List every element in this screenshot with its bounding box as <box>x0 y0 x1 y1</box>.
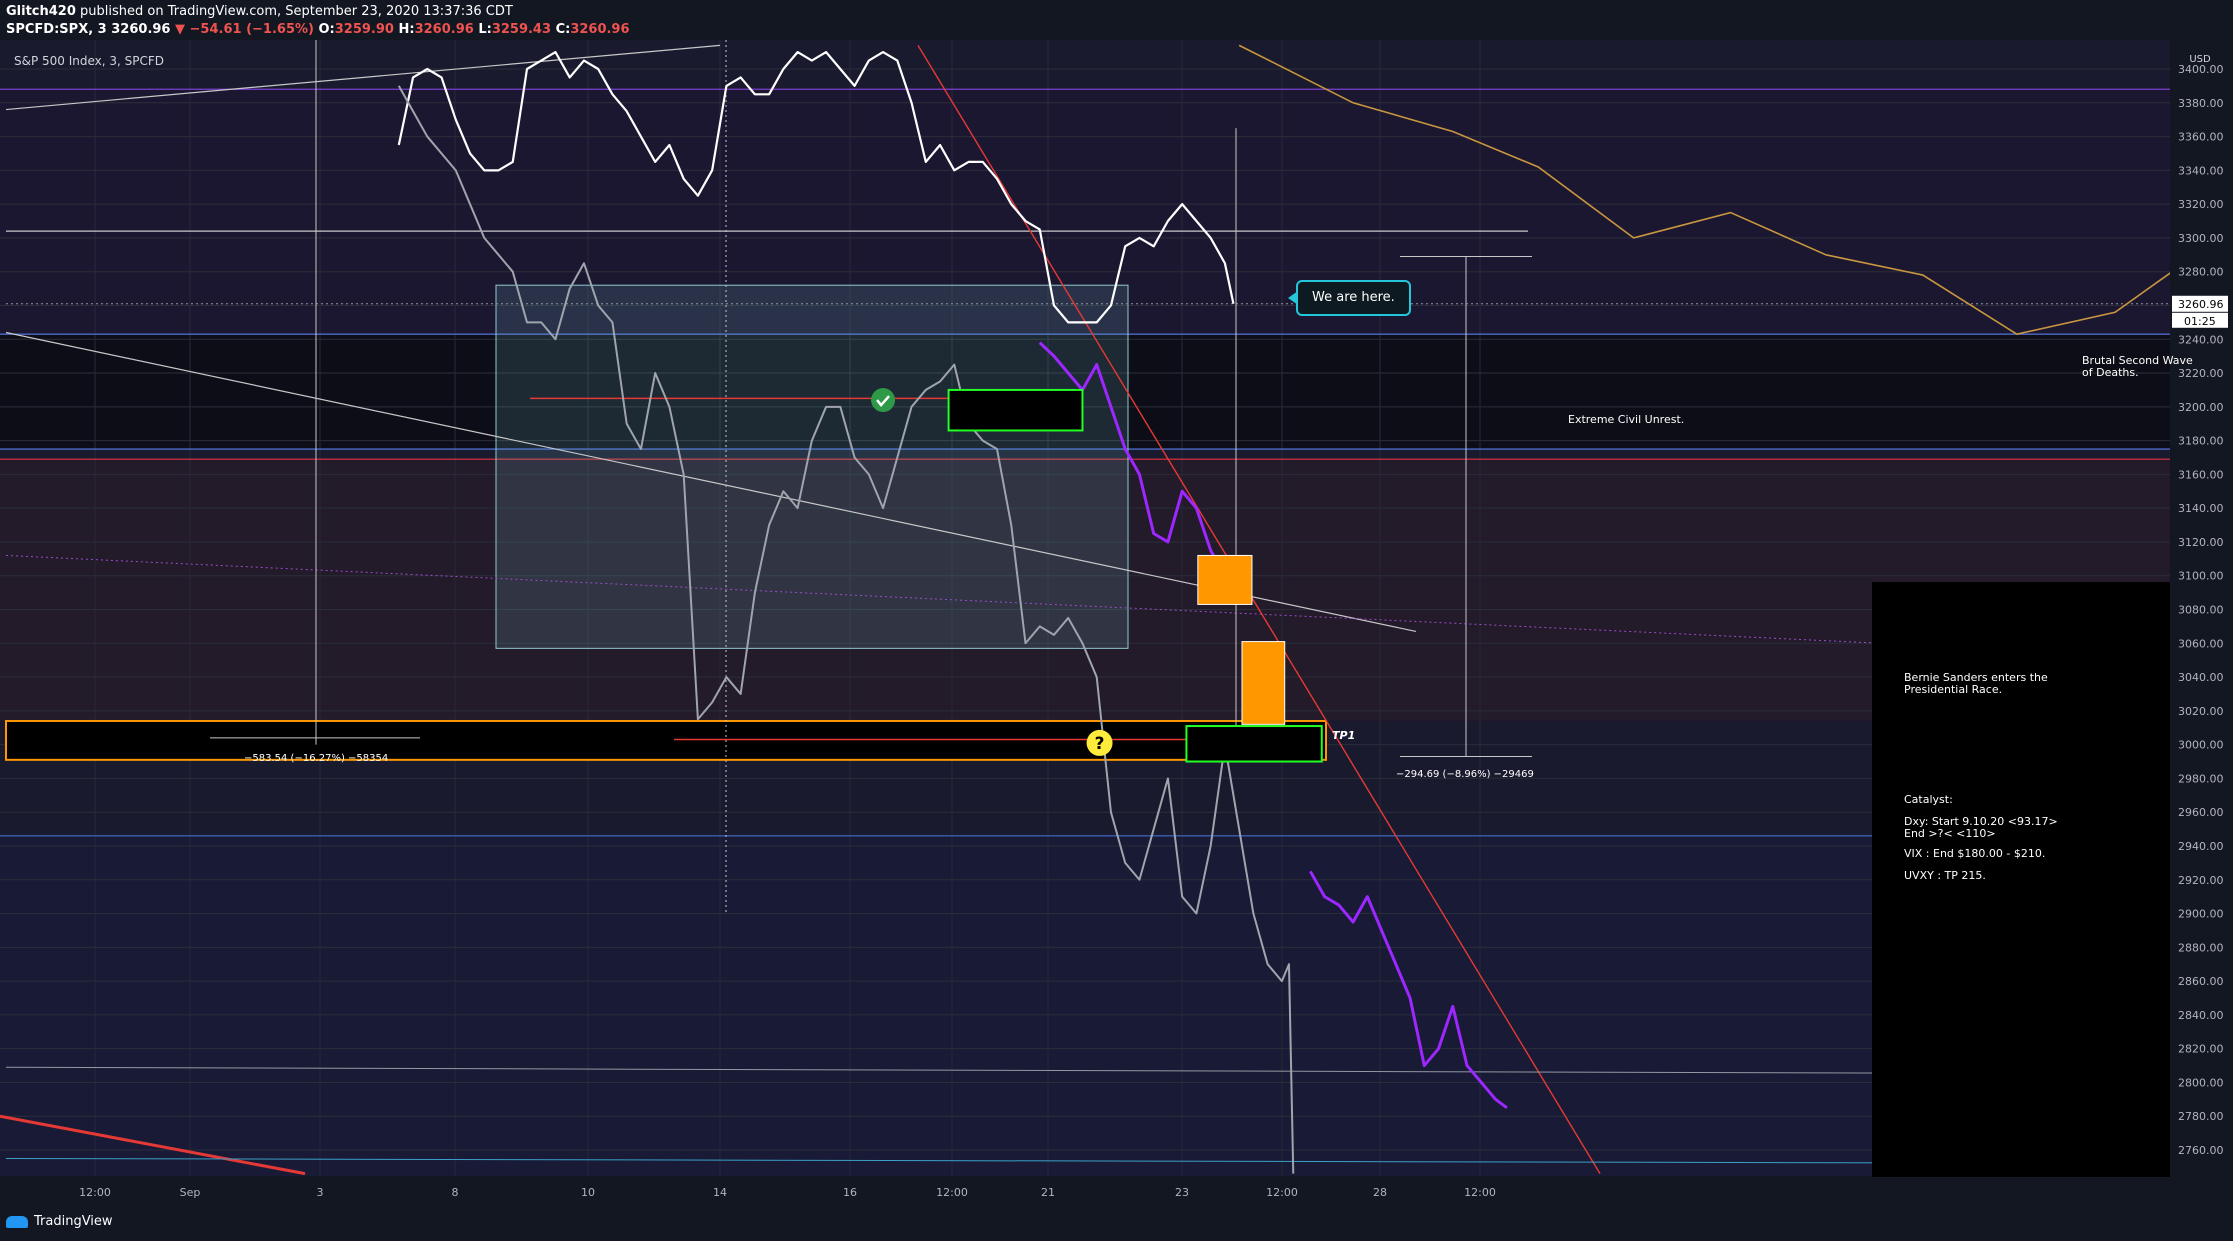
time-tick-label: 14 <box>713 1186 727 1199</box>
time-tick-label: 21 <box>1041 1186 1055 1199</box>
tradingview-cloud-icon <box>6 1215 28 1228</box>
price-tick-label: 3380.00 <box>2178 97 2224 110</box>
time-tick-label: 12:00 <box>936 1186 968 1199</box>
price-tick-label: 3340.00 <box>2178 164 2224 177</box>
high-label: H: <box>398 22 415 37</box>
time-tick-label: 12:00 <box>79 1186 111 1199</box>
time-axis <box>0 1176 2170 1208</box>
panel-dxy: Dxy: Start 9.10.20 <93.17> End >?< <110> <box>1904 815 2058 840</box>
price-tick-label: 2960.00 <box>2178 806 2224 819</box>
price-tick-label: 3000.00 <box>2178 739 2224 752</box>
price-tick-label: 2840.00 <box>2178 1009 2224 1022</box>
price-tick-label: 3060.00 <box>2178 637 2224 650</box>
catalyst-panel: Bernie Sanders enters the Presidential R… <box>1872 582 2170 1177</box>
low-label: L: <box>478 22 492 37</box>
price-tick-label: 3180.00 <box>2178 435 2224 448</box>
time-tick-label: 12:00 <box>1266 1186 1298 1199</box>
price-tick-label: 2920.00 <box>2178 874 2224 887</box>
target-zone <box>5 719 1327 761</box>
time-tick-label: 12:00 <box>1464 1186 1496 1199</box>
price-tick-label: 2800.00 <box>2178 1076 2224 1089</box>
last-price: 3260.96 <box>111 22 171 37</box>
price-tick-label: 2880.00 <box>2178 941 2224 954</box>
price-tick-label: 2900.00 <box>2178 908 2224 921</box>
price-tick-label: 3120.00 <box>2178 536 2224 549</box>
chart-symbol-label: S&P 500 Index, 3, SPCFD <box>14 54 165 68</box>
panel-bernie: Bernie Sanders enters the Presidential R… <box>1904 671 2048 696</box>
price-tick-label: 3080.00 <box>2178 604 2224 617</box>
tp1-label: TP1 <box>1332 729 1356 742</box>
time-tick-label: 8 <box>452 1186 459 1199</box>
green-target-box <box>947 388 1084 432</box>
price-tick-label: 3320.00 <box>2178 198 2224 211</box>
extreme-unrest-note: Extreme Civil Unrest. <box>1568 413 1685 426</box>
price-tick-label: 2940.00 <box>2178 840 2224 853</box>
checkmark-icon <box>871 388 896 413</box>
last-price-tag-label: 3260.96 <box>2178 298 2224 311</box>
panel-catalyst: Catalyst: <box>1904 793 1953 806</box>
price-tick-label: 2980.00 <box>2178 772 2224 785</box>
author-name[interactable]: Glitch420 <box>6 4 76 19</box>
lower-band <box>0 835 2170 1176</box>
price-tick-label: 3360.00 <box>2178 131 2224 144</box>
time-tick-label: 23 <box>1175 1186 1189 1199</box>
open-value: 3259.90 <box>334 22 394 37</box>
price-change: ▼ −54.61 (−1.65%) <box>175 22 314 37</box>
symbol-code: SPCFD:SPX, 3 <box>6 22 107 37</box>
tradingview-logo[interactable]: TradingView <box>6 1214 113 1229</box>
close-label: C: <box>555 22 571 37</box>
footer-bar <box>0 1208 2233 1241</box>
price-tick-label: 2860.00 <box>2178 975 2224 988</box>
panel-vix: VIX : End $180.00 - $210. <box>1904 847 2046 860</box>
price-tick-label: 3280.00 <box>2178 266 2224 279</box>
question-mark: ? <box>1095 734 1105 754</box>
publish-info: published on TradingView.com, September … <box>80 4 513 19</box>
time-tick-label: 16 <box>843 1186 857 1199</box>
orange-block <box>1197 554 1253 605</box>
time-tick-label: 10 <box>581 1186 595 1199</box>
price-tick-label: 3240.00 <box>2178 333 2224 346</box>
low-value: 3259.43 <box>491 22 552 37</box>
analog-box <box>495 284 1129 649</box>
tradingview-brand: TradingView <box>34 1214 113 1229</box>
price-tick-label: 3160.00 <box>2178 468 2224 481</box>
panel-uvxy: UVXY : TP 215. <box>1904 869 1986 882</box>
high-value: 3260.96 <box>414 22 474 37</box>
price-tick-label: 3100.00 <box>2178 570 2224 583</box>
price-tick-label: 3020.00 <box>2178 705 2224 718</box>
we-are-here-callout: We are here. <box>1288 280 1411 316</box>
price-tick-label: 3200.00 <box>2178 401 2224 414</box>
close-value: 3260.96 <box>570 22 630 37</box>
second-wave-note: Brutal Second Wave of Deaths. <box>2082 354 2193 379</box>
open-label: O: <box>318 22 335 37</box>
publish-line: Glitch420 published on TradingView.com, … <box>6 4 513 19</box>
price-tick-label: 2760.00 <box>2178 1144 2224 1157</box>
measure-left-label: −583.54 (−16.27%) −58354 <box>244 753 389 764</box>
price-tick-label: 2820.00 <box>2178 1043 2224 1056</box>
price-tick-label: 3040.00 <box>2178 671 2224 684</box>
time-tick-label: Sep <box>180 1186 201 1199</box>
price-tick-label: 3400.00 <box>2178 63 2224 76</box>
green-target-box <box>1185 725 1323 763</box>
countdown-label: 01:25 <box>2184 315 2216 328</box>
orange-block <box>1241 641 1286 725</box>
time-tick-label: 3 <box>317 1186 324 1199</box>
time-tick-label: 28 <box>1373 1186 1387 1199</box>
price-tick-label: 3140.00 <box>2178 502 2224 515</box>
price-tick-label: 3300.00 <box>2178 232 2224 245</box>
price-axis <box>2170 40 2233 1208</box>
chart-header: Glitch420 published on TradingView.com, … <box>0 0 2233 40</box>
ohlc-line: SPCFD:SPX, 3 3260.96 ▼ −54.61 (−1.65%) O… <box>6 22 630 37</box>
price-tick-label: 2780.00 <box>2178 1110 2224 1123</box>
measure-right-label: −294.69 (−8.96%) −29469 <box>1396 769 1534 780</box>
